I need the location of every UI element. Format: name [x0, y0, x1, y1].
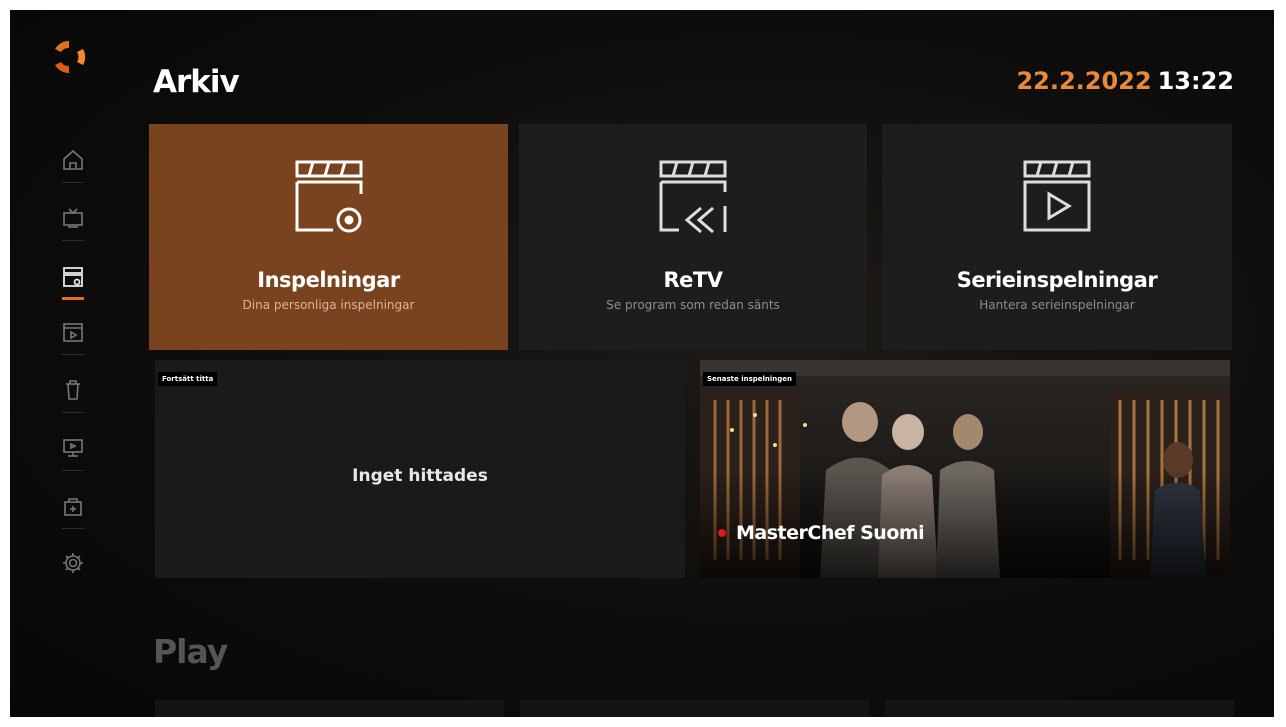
sidebar-item-screen[interactable] — [60, 435, 86, 461]
sidebar-item-tv-guide[interactable] — [60, 205, 86, 231]
tv-icon — [63, 208, 83, 228]
tile-serieinspelningar[interactable]: Serieinspelningar Hantera serieinspelnin… — [882, 124, 1232, 350]
play-item-placeholder[interactable] — [155, 700, 504, 717]
sidebar-item-archive[interactable] — [60, 264, 86, 290]
tile-retv[interactable]: ReTV Se program som redan sänts — [519, 124, 867, 350]
recording-title: MasterChef Suomi — [718, 522, 925, 544]
gear-icon — [63, 553, 83, 573]
sidebar-item-trash[interactable] — [60, 377, 86, 403]
nav-divider — [62, 412, 84, 413]
nav-divider — [62, 240, 84, 241]
sidebar-item-store[interactable] — [60, 493, 86, 519]
nav-divider — [62, 470, 84, 471]
page-title: Arkiv — [153, 64, 240, 100]
card-tag: Fortsätt titta — [158, 372, 218, 386]
monitor-icon — [63, 439, 83, 457]
series-recording-icon — [1023, 160, 1091, 232]
date-label: 22.2.2022 — [1016, 67, 1152, 95]
play-item-placeholder[interactable] — [520, 700, 869, 717]
recording-indicator-icon — [718, 529, 726, 537]
tile-inspelningar[interactable]: Inspelningar Dina personliga inspelninga… — [149, 124, 508, 350]
tile-title: Inspelningar — [257, 268, 400, 292]
nav-divider — [62, 354, 84, 355]
retv-icon — [659, 160, 727, 234]
tile-title: Serieinspelningar — [956, 268, 1158, 292]
sidebar-item-settings[interactable] — [60, 550, 86, 576]
calendar-icon — [63, 323, 83, 342]
sidebar-item-calendar[interactable] — [60, 319, 86, 345]
sidebar-item-home[interactable] — [60, 147, 86, 173]
tile-subtitle: Se program som redan sänts — [606, 298, 780, 312]
clock: 22.2.2022 13:22 — [1016, 67, 1234, 95]
tile-title: ReTV — [663, 268, 724, 292]
continue-watching-card[interactable]: Fortsätt titta Inget hittades — [155, 360, 685, 578]
tile-subtitle: Hantera serieinspelningar — [979, 298, 1135, 312]
empty-state-text: Inget hittades — [352, 466, 488, 486]
section-title: Play — [153, 632, 228, 671]
trash-icon — [66, 380, 80, 400]
nav-divider — [62, 182, 84, 183]
card-tag: Senaste inspelningen — [703, 372, 797, 386]
recording-title-text: MasterChef Suomi — [736, 522, 925, 544]
brand-logo-icon — [55, 40, 86, 74]
time-label: 13:22 — [1157, 67, 1234, 95]
app-frame: Arkiv 22.2.2022 13:22 Inspelningar Dina p… — [10, 10, 1274, 717]
latest-recording-card[interactable]: Senaste inspelningen MasterChef Suomi — [700, 360, 1230, 578]
archive-icon — [63, 267, 83, 287]
nav-divider — [62, 528, 84, 529]
active-indicator — [62, 297, 84, 300]
recording-thumbnail — [700, 360, 1230, 578]
sidebar — [10, 10, 140, 717]
play-item-placeholder[interactable] — [885, 700, 1234, 717]
play-row-preview — [155, 700, 1234, 717]
tile-subtitle: Dina personliga inspelningar — [242, 298, 415, 312]
home-icon — [63, 149, 83, 170]
recordings-icon — [295, 160, 362, 233]
store-icon — [64, 498, 82, 516]
